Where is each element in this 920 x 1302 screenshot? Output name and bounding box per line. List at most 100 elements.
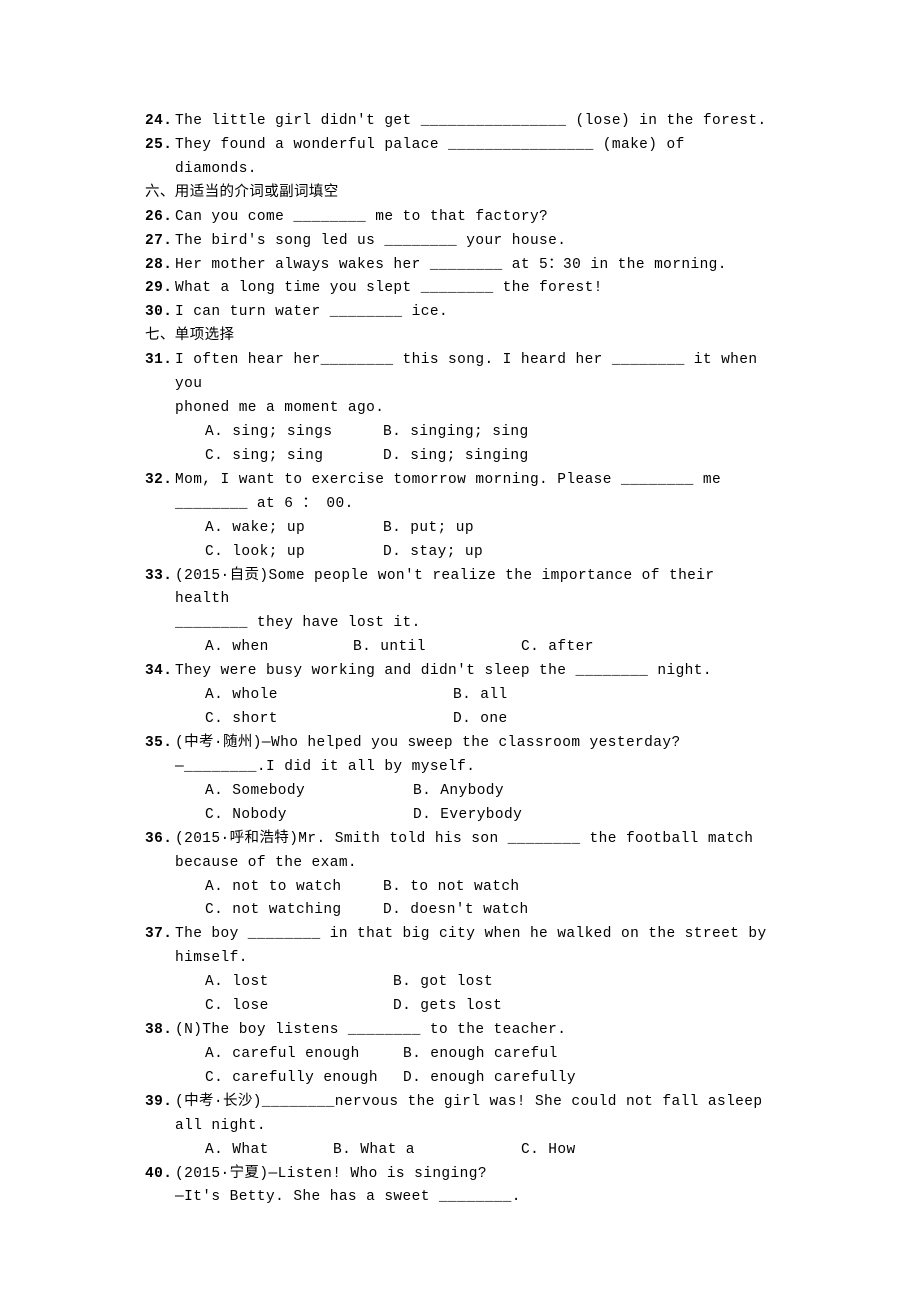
- section-7-heading: 七、单项选择: [145, 325, 775, 349]
- option-b: B. got lost: [393, 971, 571, 995]
- option-a: A. What: [205, 1139, 333, 1163]
- question-text: (N)The boy listens ________ to the teach…: [175, 1019, 775, 1043]
- question-number: 34.: [145, 660, 175, 684]
- question-36-cont: because of the exam.: [145, 852, 775, 876]
- document-page: 24. The little girl didn't get _________…: [0, 0, 920, 1302]
- question-33-cont: ________ they have lost it.: [145, 612, 775, 636]
- question-26: 26. Can you come ________ me to that fac…: [145, 206, 775, 230]
- question-text: The bird's song led us ________ your hou…: [175, 230, 775, 254]
- question-40-cont: —It's Betty. She has a sweet ________.: [145, 1186, 775, 1210]
- question-number: 40.: [145, 1163, 175, 1187]
- option-d: D. sing; singing: [383, 445, 561, 469]
- question-text: (中考·长沙)________nervous the girl was! She…: [175, 1091, 775, 1115]
- option-a: A. careful enough: [205, 1043, 403, 1067]
- question-text: What a long time you slept ________ the …: [175, 277, 775, 301]
- question-25: 25. They found a wonderful palace ______…: [145, 134, 775, 158]
- option-b: B. singing; sing: [383, 421, 561, 445]
- question-number: 30.: [145, 301, 175, 325]
- option-c: C. sing; sing: [205, 445, 383, 469]
- question-number: 37.: [145, 923, 175, 947]
- question-number: 33.: [145, 565, 175, 589]
- question-25-cont: diamonds.: [145, 158, 775, 182]
- question-32-cont: ________ at 6 ： 00.: [145, 493, 775, 517]
- question-text: The boy ________ in that big city when h…: [175, 923, 775, 947]
- question-35-cont: —________.I did it all by myself.: [145, 756, 775, 780]
- option-a: A. not to watch: [205, 876, 383, 900]
- question-text: They found a wonderful palace __________…: [175, 134, 775, 158]
- question-34: 34. They were busy working and didn't sl…: [145, 660, 775, 684]
- question-35-options-2: C. Nobody D. Everybody: [145, 804, 775, 828]
- option-a: A. whole: [205, 684, 453, 708]
- option-d: D. enough carefully: [403, 1067, 594, 1091]
- question-27: 27. The bird's song led us ________ your…: [145, 230, 775, 254]
- option-d: D. doesn't watch: [383, 899, 561, 923]
- question-number: 29.: [145, 277, 175, 301]
- question-32-options: A. wake; up B. put; up: [145, 517, 775, 541]
- question-37-cont: himself.: [145, 947, 775, 971]
- question-number: 24.: [145, 110, 175, 134]
- question-number: 27.: [145, 230, 175, 254]
- question-text: (2015·宁夏)—Listen! Who is singing?: [175, 1163, 775, 1187]
- question-32: 32. Mom, I want to exercise tomorrow mor…: [145, 469, 775, 493]
- question-number: 39.: [145, 1091, 175, 1115]
- option-b: B. Anybody: [413, 780, 591, 804]
- question-31-cont: phoned me a moment ago.: [145, 397, 775, 421]
- option-c: C. not watching: [205, 899, 383, 923]
- option-b: B. What a: [333, 1139, 521, 1163]
- section-6-heading: 六、用适当的介词或副词填空: [145, 182, 775, 206]
- question-28: 28. Her mother always wakes her ________…: [145, 254, 775, 278]
- option-b: B. enough careful: [403, 1043, 581, 1067]
- option-d: D. Everybody: [413, 804, 591, 828]
- question-31: 31. I often hear her________ this song. …: [145, 349, 775, 397]
- option-d: D. gets lost: [393, 995, 571, 1019]
- question-29: 29. What a long time you slept ________ …: [145, 277, 775, 301]
- question-text: The little girl didn't get _____________…: [175, 110, 775, 134]
- option-c: C. How: [521, 1139, 699, 1163]
- question-text: Her mother always wakes her ________ at …: [175, 254, 775, 278]
- option-c: C. short: [205, 708, 453, 732]
- question-31-options-2: C. sing; sing D. sing; singing: [145, 445, 775, 469]
- question-number: 26.: [145, 206, 175, 230]
- option-c: C. Nobody: [205, 804, 413, 828]
- question-32-options-2: C. look; up D. stay; up: [145, 541, 775, 565]
- question-number: 38.: [145, 1019, 175, 1043]
- option-b: B. all: [453, 684, 701, 708]
- question-text: I often hear her________ this song. I he…: [175, 349, 775, 397]
- question-40: 40. (2015·宁夏)—Listen! Who is singing?: [145, 1163, 775, 1187]
- question-34-options-2: C. short D. one: [145, 708, 775, 732]
- question-33: 33. (2015·自贡)Some people won't realize t…: [145, 565, 775, 613]
- question-36-options-2: C. not watching D. doesn't watch: [145, 899, 775, 923]
- question-text: (2015·自贡)Some people won't realize the i…: [175, 565, 775, 613]
- question-number: 36.: [145, 828, 175, 852]
- option-a: A. when: [205, 636, 353, 660]
- option-c: C. look; up: [205, 541, 383, 565]
- question-24: 24. The little girl didn't get _________…: [145, 110, 775, 134]
- question-number: 25.: [145, 134, 175, 158]
- question-text: They were busy working and didn't sleep …: [175, 660, 775, 684]
- question-36-options: A. not to watch B. to not watch: [145, 876, 775, 900]
- question-36: 36. (2015·呼和浩特)Mr. Smith told his son __…: [145, 828, 775, 852]
- question-30: 30. I can turn water ________ ice.: [145, 301, 775, 325]
- option-c: C. after: [521, 636, 699, 660]
- option-c: C. carefully enough: [205, 1067, 403, 1091]
- question-number: 28.: [145, 254, 175, 278]
- question-39-cont: all night.: [145, 1115, 775, 1139]
- option-d: D. one: [453, 708, 701, 732]
- option-c: C. lose: [205, 995, 393, 1019]
- question-35-options: A. Somebody B. Anybody: [145, 780, 775, 804]
- question-number: 32.: [145, 469, 175, 493]
- question-text: Mom, I want to exercise tomorrow morning…: [175, 469, 775, 493]
- question-37-options: A. lost B. got lost: [145, 971, 775, 995]
- option-b: B. until: [353, 636, 521, 660]
- option-b: B. to not watch: [383, 876, 561, 900]
- question-text: I can turn water ________ ice.: [175, 301, 775, 325]
- question-35: 35. (中考·随州)—Who helped you sweep the cla…: [145, 732, 775, 756]
- question-text: (2015·呼和浩特)Mr. Smith told his son ______…: [175, 828, 775, 852]
- question-38: 38. (N)The boy listens ________ to the t…: [145, 1019, 775, 1043]
- question-33-options: A. when B. until C. after: [145, 636, 775, 660]
- question-34-options: A. whole B. all: [145, 684, 775, 708]
- option-a: A. sing; sings: [205, 421, 383, 445]
- option-d: D. stay; up: [383, 541, 561, 565]
- question-39-options: A. What B. What a C. How: [145, 1139, 775, 1163]
- option-b: B. put; up: [383, 517, 561, 541]
